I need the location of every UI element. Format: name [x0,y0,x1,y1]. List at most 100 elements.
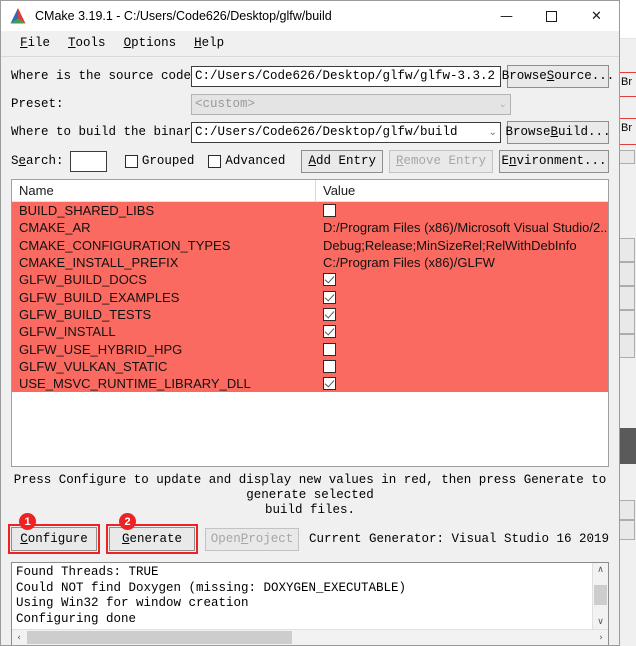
table-row[interactable]: CMAKE_CONFIGURATION_TYPES Debug;Release;M… [12,236,608,254]
browse-source-button[interactable]: Browse Source... [502,64,614,88]
cell-checkbox[interactable] [323,290,336,304]
scroll-down-icon[interactable]: ∨ [593,615,608,629]
search-input[interactable] [69,150,107,172]
background-window[interactable]: Br Br [618,0,636,646]
cell-variable-value[interactable] [316,273,608,287]
grouped-checkbox-wrap[interactable]: Grouped [124,154,194,168]
build-dir-input[interactable]: C:/Users/Code626/Desktop/glfw/build ⌄ [191,121,501,143]
browse-build-button[interactable]: Browse Build... [505,120,611,144]
cmake-logo-icon [9,7,27,25]
build-dir-value: C:/Users/Code626/Desktop/glfw/build [195,125,458,139]
table-row[interactable]: GLFW_USE_HYBRID_HPG [12,340,608,358]
advanced-checkbox-wrap[interactable]: Advanced [208,154,285,168]
cell-checkbox[interactable] [323,307,336,321]
table-row[interactable]: GLFW_BUILD_TESTS [12,305,608,324]
output-log-panel[interactable]: Found Threads: TRUE Could NOT find Doxyge… [11,562,609,645]
background-window-label-1: Br [621,76,632,88]
add-entry-button[interactable]: Add Entry [301,149,383,173]
grouped-checkbox[interactable] [124,154,138,168]
advanced-label: Advanced [225,154,286,168]
table-row[interactable]: GLFW_BUILD_EXAMPLES [12,288,608,306]
table-row[interactable]: USE_MSVC_RUNTIME_LIBRARY_DLL [12,374,608,393]
cell-variable-value[interactable]: Debug;Release;MinSizeRel;RelWithDebInfo [316,238,608,253]
cell-variable-name: USE_MSVC_RUNTIME_LIBRARY_DLL [19,376,251,392]
advanced-checkbox[interactable] [208,154,222,168]
table-row[interactable]: CMAKE_INSTALL_PREFIX C:/Program Files (x8… [12,253,608,272]
output-log-main: Found Threads: TRUE Could NOT find Doxyge… [12,563,608,629]
paths-form: Where is the source code: C:/Users/Code6… [1,57,619,145]
search-label-mnemonic: e [18,154,27,168]
cell-variable-value[interactable] [316,325,608,339]
cell-variable-value[interactable] [316,359,608,373]
cell-variable-value[interactable]: C:/Program Files (x86)/GLFW [316,255,608,270]
menu-help[interactable]: Help [185,34,233,52]
scroll-right-icon[interactable]: › [594,630,608,645]
source-code-input[interactable]: C:/Users/Code626/Desktop/glfw/glfw-3.3.2 [191,65,501,87]
horizontal-scroll-thumb[interactable] [27,631,292,644]
log-line: Could NOT find Doxygen (missing: DOXYGEN… [16,580,407,595]
open-project-button[interactable]: Open Project [205,527,299,551]
table-row[interactable]: GLFW_VULKAN_STATIC [12,357,608,375]
environment-mnemonic: n [509,154,517,168]
cell-checkbox[interactable] [323,273,336,287]
generate-post: enerate [129,532,183,546]
configure-button[interactable]: Configure [11,527,97,551]
cell-checkbox[interactable] [323,377,336,391]
current-generator-label: Current Generator: Visual Studio 16 2019 [309,532,610,546]
output-log-text: Found Threads: TRUE Could NOT find Doxyge… [12,563,592,629]
cell-checkbox[interactable] [323,204,336,218]
menu-help-mnemonic: H [194,36,202,50]
column-header-value[interactable]: Value [316,180,608,201]
background-window-red-line-2 [619,96,636,97]
cell-variable-name: GLFW_BUILD_TESTS [19,306,152,322]
cell-variable-value[interactable] [316,204,608,218]
table-header-row: Name Value [12,180,608,202]
minimize-button[interactable]: — [484,1,529,31]
cell-checkbox[interactable] [323,342,336,356]
cell-variable-value[interactable] [316,377,608,391]
add-entry-post: dd Entry [315,154,376,168]
browse-source-post: ource... [554,69,615,83]
generate-mnemonic: G [121,532,130,546]
menu-file[interactable]: File [11,34,59,52]
cell-checkbox[interactable] [323,359,336,373]
table-row[interactable]: GLFW_INSTALL [12,323,608,341]
column-header-name[interactable]: Name [12,180,316,201]
scroll-up-icon[interactable]: ∧ [593,563,608,577]
table-row[interactable]: CMAKE_AR D:/Program Files (x86)/Microsoft… [12,219,608,237]
cache-variables-table[interactable]: Name Value BUILD_SHARED_LIBS CMAKE_AR D:/P… [11,179,609,467]
generate-button[interactable]: Generate [109,527,195,551]
table-row[interactable]: GLFW_BUILD_DOCS [12,271,608,289]
output-log-vertical-scrollbar[interactable]: ∧ ∨ [592,563,608,629]
build-dir-chevron-down-icon: ⌄ [488,126,497,138]
table-row[interactable]: BUILD_SHARED_LIBS [12,202,608,220]
browse-build-pre: Browse [505,125,551,139]
output-log-horizontal-scrollbar[interactable]: ‹ › [12,629,608,645]
background-window-box-7 [619,500,635,520]
scroll-left-icon[interactable]: ‹ [12,630,26,645]
browse-source-pre: Browse [501,69,547,83]
cell-checkbox[interactable] [323,325,336,339]
configure-mnemonic: C [20,532,28,546]
cell-variable-value[interactable]: D:/Program Files (x86)/Microsoft Visual … [316,220,608,235]
background-window-box-4 [619,286,635,310]
cell-variable-value[interactable] [316,342,608,356]
window-controls: — ✕ [484,1,619,31]
close-button[interactable]: ✕ [574,1,619,31]
menu-options[interactable]: Options [115,34,186,52]
search-label-post: arch: [26,154,64,168]
cell-variable-value[interactable] [316,290,608,304]
vertical-scroll-thumb[interactable] [594,585,607,605]
chevron-down-icon: ⌄ [498,98,507,110]
remove-entry-button[interactable]: Remove Entry [388,149,493,173]
menu-tools[interactable]: Tools [59,34,115,52]
environment-button[interactable]: En vironment... [499,149,609,173]
environment-post: vironment... [516,154,607,168]
cell-variable-value[interactable] [316,307,608,321]
log-line: Using Win32 for window creation [16,596,249,610]
preset-select[interactable]: <custom> ⌄ [191,93,511,115]
remove-entry-post: emove Entry [403,154,486,168]
hint-text: Press Configure to update and display ne… [13,473,607,518]
maximize-button[interactable] [529,1,574,31]
log-line: Found Threads: TRUE [16,565,159,579]
